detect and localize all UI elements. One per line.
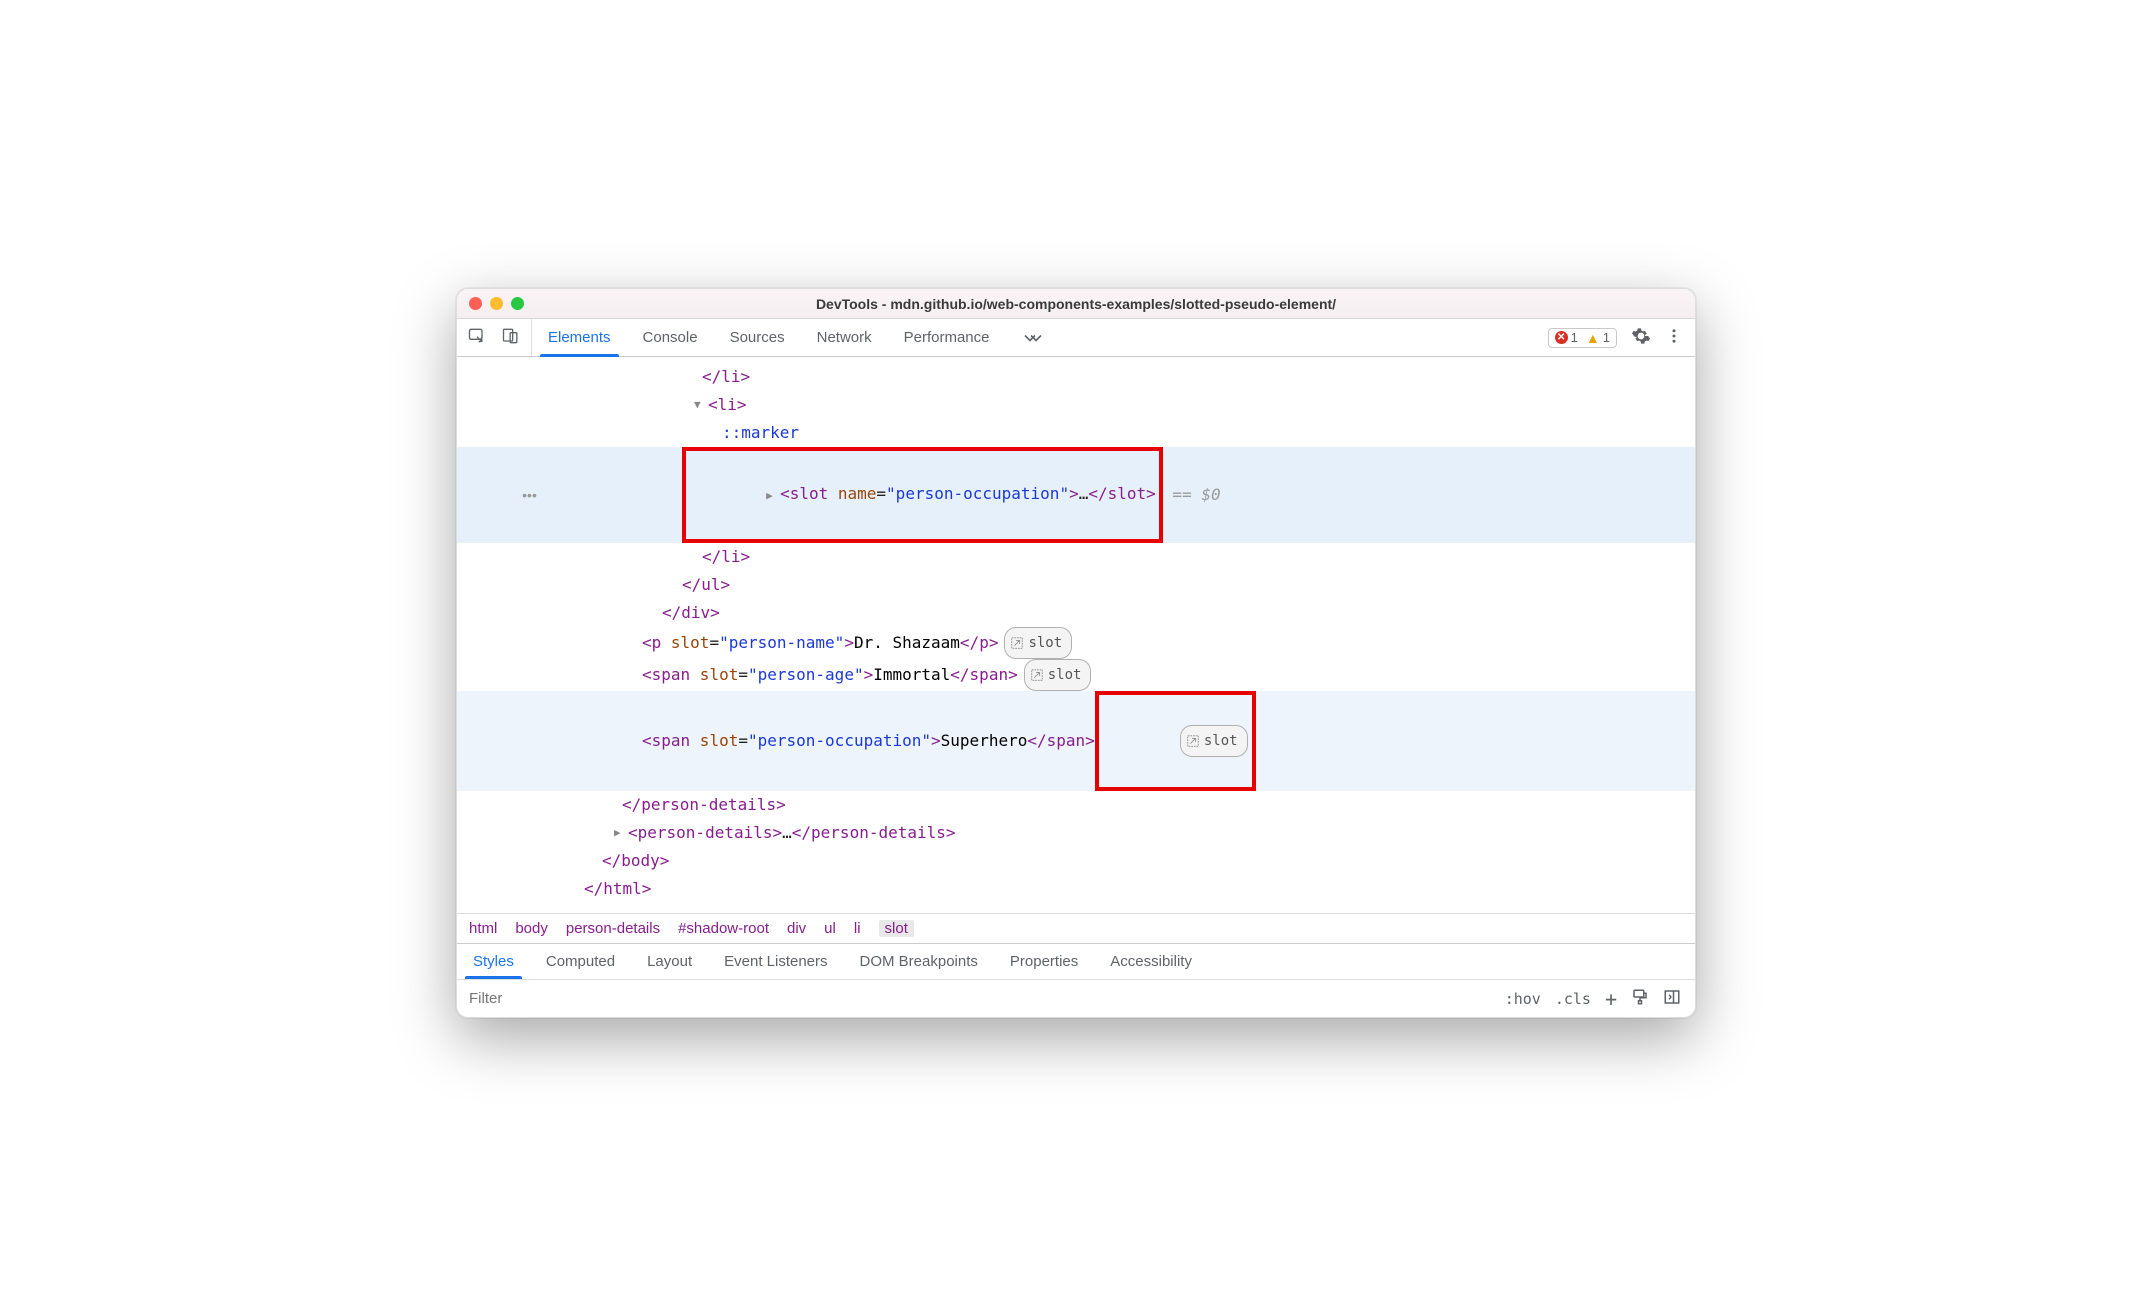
crumb-li[interactable]: li [854,920,861,937]
computed-panel-toggle-icon[interactable] [1663,988,1681,1010]
reveal-slot-badge[interactable]: slot [1004,627,1072,659]
tab-elements[interactable]: Elements [532,319,627,356]
dom-node[interactable]: </person-details> [622,791,786,819]
paint-icon[interactable] [1631,988,1649,1010]
dom-node[interactable]: </ul> [682,571,730,599]
dom-node[interactable]: </html> [584,875,651,903]
crumb-slot[interactable]: slot [879,920,914,937]
tab-console[interactable]: Console [627,319,714,356]
subtab-styles[interactable]: Styles [457,944,530,979]
subtab-accessibility[interactable]: Accessibility [1094,944,1208,979]
expand-toggle[interactable]: ▼ [694,391,706,419]
expand-toggle[interactable]: ▶ [614,819,626,847]
dom-node[interactable]: <span slot="person-occupation">Superhero… [457,691,1695,791]
subtab-event-listeners[interactable]: Event Listeners [708,944,843,979]
styles-filter-bar: :hov .cls + [457,979,1695,1017]
dom-node[interactable]: </body> [602,847,669,875]
tab-performance[interactable]: Performance [888,319,1006,356]
selected-dom-node[interactable]: ••• ▶<slot name="person-occupation">…</s… [457,447,1695,543]
pseudo-element[interactable]: ::marker [722,419,799,447]
tab-network[interactable]: Network [801,319,888,356]
elements-tree[interactable]: </li> ▼<li> ::marker ••• ▶<slot name="pe… [457,357,1695,913]
subtab-dom-breakpoints[interactable]: DOM Breakpoints [844,944,994,979]
subtab-computed[interactable]: Computed [530,944,631,979]
settings-icon[interactable] [1631,326,1651,350]
warning-icon: ▲ [1586,330,1600,346]
expand-toggle[interactable]: ▶ [766,482,778,510]
hover-toggle[interactable]: :hov [1505,990,1541,1008]
error-count: 1 [1571,330,1578,345]
dom-node[interactable]: <span slot="person-age">Immortal</span> … [457,659,1695,691]
devtools-window: DevTools - mdn.github.io/web-components-… [456,288,1696,1018]
crumb-shadow-root[interactable]: #shadow-root [678,920,769,937]
crumb-div[interactable]: div [787,920,806,937]
tab-sources[interactable]: Sources [714,319,801,356]
new-style-rule-button[interactable]: + [1605,987,1617,1011]
crumb-person-details[interactable]: person-details [566,920,660,937]
crumb-ul[interactable]: ul [824,920,836,937]
crumb-html[interactable]: html [469,920,497,937]
dom-node[interactable]: <li> [708,391,747,419]
main-toolbar: Elements Console Sources Network Perform… [457,319,1695,357]
more-tabs-button[interactable] [1006,328,1060,348]
dom-node[interactable]: </li> [702,363,750,391]
kebab-menu-icon[interactable] [1665,327,1683,349]
cls-toggle[interactable]: .cls [1555,990,1591,1008]
device-toggle-icon[interactable] [501,326,521,350]
inspect-icon[interactable] [467,326,487,350]
filter-input[interactable] [457,980,1491,1017]
window-titlebar: DevTools - mdn.github.io/web-components-… [457,289,1695,319]
reveal-slot-badge[interactable]: slot [1024,659,1092,691]
warning-count: 1 [1603,330,1610,345]
dom-node[interactable]: </li> [702,543,750,571]
highlight-box-2: slot [1095,691,1256,791]
gutter-actions[interactable]: ••• [487,481,572,509]
dom-node[interactable]: </div> [662,599,720,627]
subtab-properties[interactable]: Properties [994,944,1094,979]
error-icon: ✕ [1555,331,1568,344]
highlight-box-1: ▶<slot name="person-occupation">…</slot> [682,447,1163,543]
issues-counter[interactable]: ✕1 ▲1 [1548,328,1617,348]
dom-node[interactable]: ▶<person-details>…</person-details> [457,819,1695,847]
subtab-layout[interactable]: Layout [631,944,708,979]
dom-node[interactable]: <p slot="person-name">Dr. Shazaam</p> sl… [457,627,1695,659]
crumb-body[interactable]: body [515,920,548,937]
console-ref: == $0 [1163,481,1221,509]
reveal-slot-badge[interactable]: slot [1180,725,1248,757]
window-title: DevTools - mdn.github.io/web-components-… [457,296,1695,312]
breadcrumb: html body person-details #shadow-root di… [457,913,1695,943]
styles-pane-tabs: Styles Computed Layout Event Listeners D… [457,943,1695,979]
